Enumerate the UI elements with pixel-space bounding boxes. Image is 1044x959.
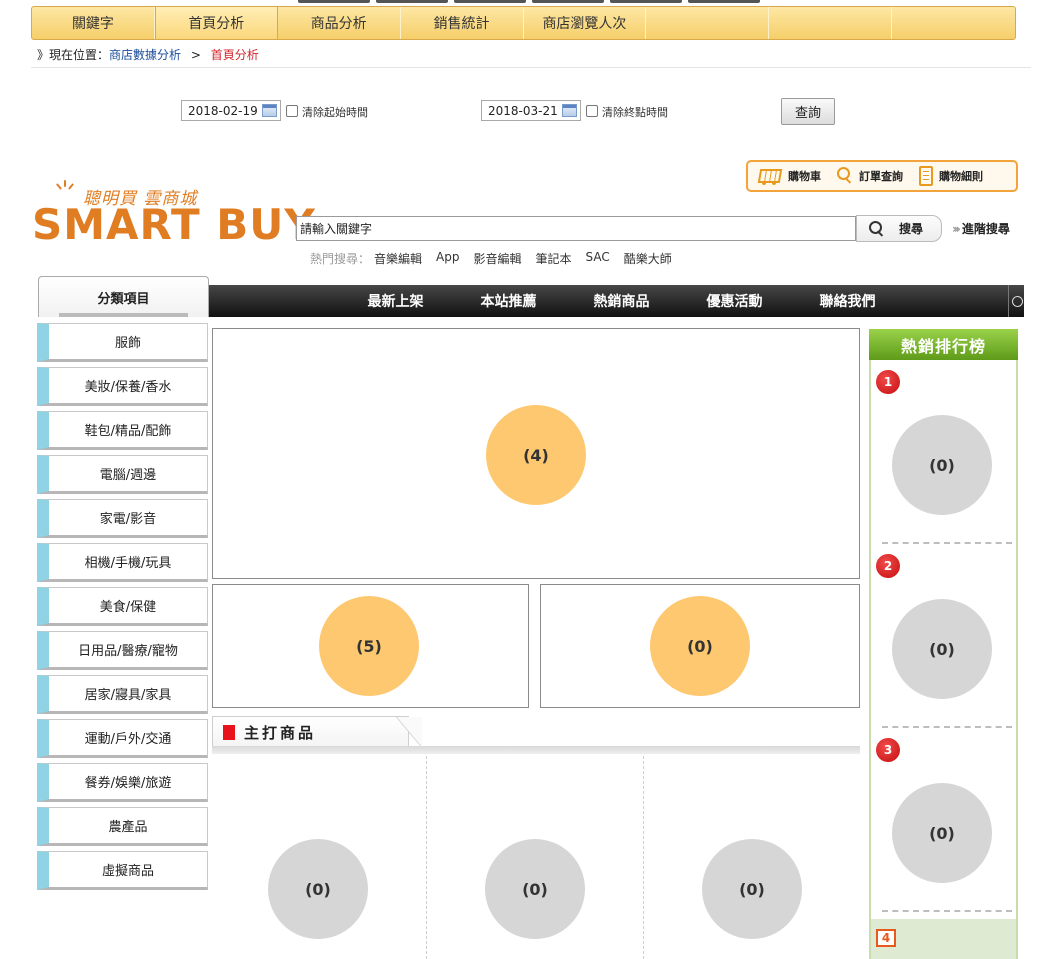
search-icon: [869, 220, 885, 237]
cart-label: 購物車: [788, 170, 821, 183]
tab-empty-3: [892, 7, 1015, 39]
featured-item-count[interactable]: (0): [702, 839, 802, 939]
ranking-divider: [882, 726, 1012, 728]
category-item[interactable]: 運動/戶外/交通: [37, 719, 208, 758]
advanced-search-link[interactable]: ››› 進階搜尋: [952, 220, 1010, 237]
category-item[interactable]: 家電/影音: [37, 499, 208, 538]
breadcrumb: 》現在位置：商店數據分析 > 首頁分析: [37, 46, 259, 63]
hot-term[interactable]: 音樂編輯: [374, 250, 422, 267]
category-item[interactable]: 鞋包/精品/配飾: [37, 411, 208, 450]
breadcrumb-separator: >: [190, 48, 201, 62]
nav-contact-us[interactable]: 聯絡我們: [791, 291, 904, 311]
hot-term[interactable]: 酷樂大師: [624, 250, 672, 267]
featured-column-divider: [426, 756, 427, 959]
end-date-value: 2018-03-21: [488, 103, 558, 118]
featured-item-count[interactable]: (0): [485, 839, 585, 939]
hot-search-terms: 熱門搜尋： 音樂編輯 App 影音編輯 筆記本 SAC 酷樂大師: [310, 250, 672, 267]
rank-badge-2: 2: [876, 554, 900, 578]
clear-end-checkbox[interactable]: [586, 105, 598, 117]
featured-title: 主打商品: [244, 723, 317, 742]
clear-start-label: 清除起始時間: [302, 106, 368, 119]
search-input[interactable]: 請輸入關鍵字: [296, 216, 856, 241]
featured-column-divider: [643, 756, 644, 959]
analysis-tab-bar: 關鍵字 首頁分析 商品分析 銷售統計 商店瀏覽人次: [31, 6, 1016, 40]
category-item[interactable]: 相機/手機/玩具: [37, 543, 208, 582]
rank-badge-4: 4: [876, 929, 896, 947]
clear-start-checkbox[interactable]: [286, 105, 298, 117]
nav-new-arrivals[interactable]: 最新上架: [339, 291, 452, 311]
category-item[interactable]: 餐券/娛樂/旅遊: [37, 763, 208, 802]
logo-brand[interactable]: SMART BUY: [32, 200, 316, 250]
featured-divider: [212, 746, 860, 754]
main-nav-bar: 最新上架 本站推薦 熱銷商品 優惠活動 聯絡我們: [209, 285, 1024, 317]
calendar-icon[interactable]: [562, 104, 577, 117]
ranking-divider: [882, 910, 1012, 912]
rank-badge-1: 1: [876, 370, 900, 394]
main-banner-count: (4): [486, 405, 586, 505]
hot-search-label: 熱門搜尋：: [310, 252, 371, 266]
category-item[interactable]: 日用品/醫療/寵物: [37, 631, 208, 670]
category-item[interactable]: 美食/保健: [37, 587, 208, 626]
end-date-input[interactable]: 2018-03-21: [481, 100, 581, 121]
ranking-title: 熱銷排行榜: [869, 329, 1018, 360]
nav-best-sellers[interactable]: 熱銷商品: [565, 291, 678, 311]
hot-term[interactable]: App: [436, 250, 459, 267]
document-icon: [919, 166, 933, 186]
nav-recommended[interactable]: 本站推薦: [452, 291, 565, 311]
nav-end-icon: [1008, 285, 1024, 317]
breadcrumb-divider: [31, 67, 1031, 68]
category-item[interactable]: 美妝/保養/香水: [37, 367, 208, 406]
tab-homepage-analysis[interactable]: 首頁分析: [154, 7, 278, 39]
featured-tab[interactable]: 主打商品: [212, 716, 422, 748]
tab-keyword[interactable]: 關鍵字: [32, 7, 155, 39]
category-header[interactable]: 分類項目: [38, 276, 209, 317]
hot-term[interactable]: SAC: [586, 250, 610, 267]
category-item[interactable]: 農產品: [37, 807, 208, 846]
breadcrumb-current: 首頁分析: [210, 48, 259, 62]
nav-promotions[interactable]: 優惠活動: [678, 291, 791, 311]
advanced-search-label: 進階搜尋: [961, 222, 1010, 236]
sub-banner-right-count: (0): [650, 596, 750, 696]
category-item[interactable]: 虛擬商品: [37, 851, 208, 890]
logo-spark-icon: [55, 180, 75, 190]
category-item[interactable]: 服飾: [37, 323, 208, 362]
shopping-rules-link[interactable]: 購物細則: [919, 166, 983, 186]
calendar-icon[interactable]: [262, 104, 277, 117]
search-button-label: 搜尋: [899, 222, 924, 236]
ranking-item-count[interactable]: (0): [892, 783, 992, 883]
tab-product-analysis[interactable]: 商品分析: [278, 7, 401, 39]
category-item[interactable]: 電腦/週邊: [37, 455, 208, 494]
tab-empty-2: [769, 7, 893, 39]
start-date-input[interactable]: 2018-02-19: [181, 100, 281, 121]
tab-empty-1: [646, 7, 770, 39]
hot-term[interactable]: 筆記本: [536, 250, 572, 267]
category-list: 服飾 美妝/保養/香水 鞋包/精品/配飾 電腦/週邊 家電/影音 相機/手機/玩…: [37, 323, 208, 895]
order-query-link[interactable]: 訂單查詢: [837, 167, 903, 185]
cart-icon: [756, 166, 782, 186]
top-edge-nubs: [298, 0, 772, 3]
search-button[interactable]: 搜尋: [856, 215, 942, 242]
tab-sales-stats[interactable]: 銷售統計: [401, 7, 524, 39]
query-button[interactable]: 查詢: [781, 98, 835, 125]
cart-link[interactable]: 購物車: [756, 166, 821, 186]
breadcrumb-link-store-analytics[interactable]: 商店數據分析: [109, 48, 181, 62]
red-square-icon: [223, 724, 235, 740]
ranking-item-count[interactable]: (0): [892, 599, 992, 699]
ranking-item-count[interactable]: (0): [892, 415, 992, 515]
order-query-label: 訂單查詢: [859, 170, 903, 183]
breadcrumb-prefix: 》現在位置：: [37, 48, 110, 62]
shopping-rules-label: 購物細則: [939, 170, 983, 183]
header-quick-links: 購物車 訂單查詢 購物細則: [746, 160, 1018, 192]
magnifier-icon: [837, 167, 853, 185]
triple-chevron-icon: ›››: [952, 222, 961, 236]
sub-banner-left-count: (5): [319, 596, 419, 696]
rank-badge-3: 3: [876, 738, 900, 762]
clear-end-label: 清除終點時間: [602, 106, 668, 119]
ranking-divider: [882, 542, 1012, 544]
start-date-value: 2018-02-19: [188, 103, 258, 118]
category-item[interactable]: 居家/寢具/家具: [37, 675, 208, 714]
featured-item-count[interactable]: (0): [268, 839, 368, 939]
hot-term[interactable]: 影音編輯: [473, 250, 521, 267]
tab-store-visits[interactable]: 商店瀏覽人次: [524, 7, 647, 39]
